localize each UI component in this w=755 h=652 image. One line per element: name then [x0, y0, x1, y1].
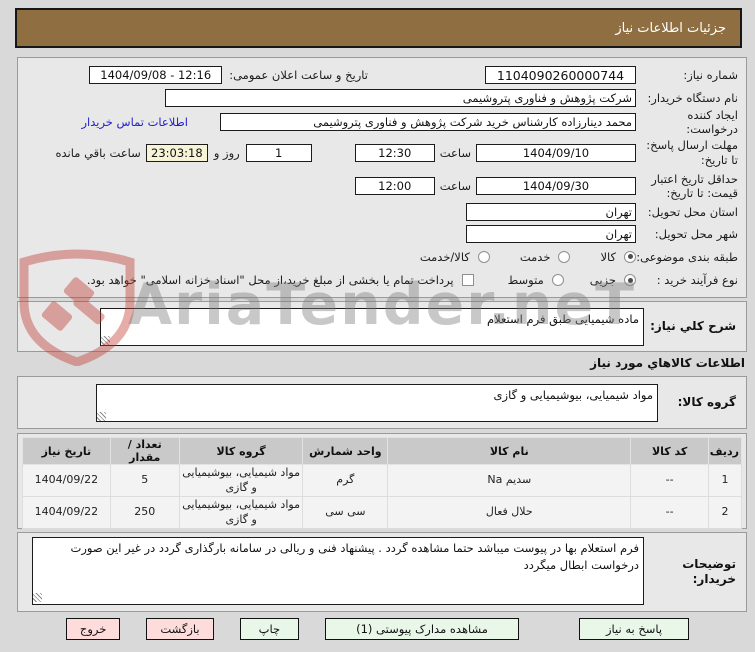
cell-row-number: 2	[707, 496, 743, 529]
cell-item-name: سدیم Na	[387, 464, 632, 497]
radio-minor-label: جزیی	[589, 273, 616, 288]
radio-goods-service[interactable]	[477, 250, 490, 263]
cell-item-code: --	[630, 464, 709, 497]
goods-group-label: گروه کالا:	[677, 395, 736, 409]
need-details-page: جزئیات اطلاعات نیاز شماره نیاز: 11040902…	[0, 0, 755, 652]
col-item-group: گروه کالا	[178, 437, 304, 465]
need-info-panel: شماره نیاز: 1104090260000744 تاریخ و ساع…	[17, 57, 747, 298]
buyer-contact-link[interactable]: اطلاعات تماس خریدار	[81, 115, 188, 129]
remaining-days-field[interactable]: 1	[245, 143, 312, 162]
row-response-deadline: مهلت ارسال پاسخ: تا تاریخ: 1404/09/10 سا…	[24, 134, 739, 171]
radio-goods[interactable]	[624, 250, 636, 263]
purchase-process-label: نوع فرآیند خرید :	[656, 273, 738, 288]
announce-datetime-field[interactable]: 1404/09/08 - 12:16	[89, 66, 223, 85]
goods-table-header-row: ردیف کد کالا نام کالا واحد شمارش گروه کا…	[22, 437, 743, 465]
treasury-checkbox-label: پرداخت تمام یا بخشی از مبلغ خرید،از محل …	[86, 273, 454, 288]
need-description-label: شرح کلي نياز:	[650, 319, 736, 333]
resize-grip-icon[interactable]	[33, 593, 42, 602]
remaining-time-label: ساعت باقي مانده	[55, 145, 141, 160]
resize-grip-icon[interactable]	[101, 336, 110, 345]
deadline-date-field[interactable]: 1404/09/10	[476, 143, 636, 162]
need-description-textarea[interactable]: ماده شیمیایی طبق فرم استعلام	[100, 308, 644, 346]
row-buyer-org: نام دستگاه خریدار: شرکت پژوهش و فناوری پ…	[24, 87, 738, 109]
row-delivery-city: شهر محل تحویل: تهران	[24, 223, 738, 245]
radio-goods-label: کالا	[600, 249, 616, 264]
row-purchase-process: نوع فرآیند خرید : جزیی متوسط پرداخت تمام…	[24, 268, 738, 293]
delivery-city-field[interactable]: تهران	[466, 225, 636, 244]
delivery-province-field[interactable]: تهران	[466, 203, 636, 222]
buyer-notes-panel: توضیحات خریدار: فرم استعلام بها در پیوست…	[17, 532, 747, 612]
cell-item-code: --	[630, 496, 709, 529]
col-need-date: تاریخ نیاز	[22, 437, 111, 465]
validity-date-field[interactable]: 1404/09/30	[476, 177, 636, 196]
goods-group-textarea[interactable]: مواد شیمیایی، بیوشیمیایی و گازی	[96, 384, 658, 422]
print-button[interactable]: چاپ	[239, 618, 300, 640]
announce-datetime-label: تاریخ و ساعت اعلان عمومی:	[229, 67, 368, 82]
col-unit: واحد شمارش	[302, 437, 389, 465]
cell-row-number: 1	[707, 464, 743, 497]
action-buttons: پاسخ به نیاز مشاهده مدارک پیوستی (1) چاپ…	[0, 618, 755, 640]
row-delivery-province: استان محل تحویل: تهران	[24, 201, 738, 223]
cell-unit: گرم	[302, 464, 389, 497]
radio-service-label: خدمت	[519, 249, 551, 264]
radio-goods-service-label: کالا/خدمت	[419, 249, 470, 264]
validity-hour-field[interactable]: 12:00	[354, 177, 435, 196]
col-quantity: تعداد / مقدار	[109, 437, 180, 465]
col-item-name: نام کالا	[387, 437, 632, 465]
cell-need-date: 1404/09/22	[22, 464, 111, 497]
deadline-hour-field[interactable]: 12:30	[354, 143, 435, 162]
buyer-notes-label: توضیحات خریدار:	[682, 557, 736, 586]
goods-section-header: اطلاعات کالاهاي مورد نياز	[590, 356, 745, 370]
need-number-field[interactable]: 1104090260000744	[485, 66, 636, 85]
remaining-days-label: روز و	[213, 145, 240, 160]
cell-item-group: مواد شیمیایی، بیوشیمیایی و گازی	[178, 496, 304, 529]
response-deadline-label: مهلت ارسال پاسخ: تا تاریخ:	[646, 138, 738, 167]
cell-need-date: 1404/09/22	[22, 496, 111, 529]
request-creator-field[interactable]: محمد دینارزاده کارشناس خرید شرکت پژوهش و…	[220, 112, 636, 131]
row-need-number: شماره نیاز: 1104090260000744 تاریخ و ساع…	[24, 63, 738, 87]
col-row-number: ردیف	[707, 437, 743, 465]
validity-hour-label: ساعت	[439, 178, 471, 193]
view-attachments-button[interactable]: مشاهده مدارک پیوستی (1)	[325, 618, 519, 640]
subject-classification-label: طبقه بندی موضوعی:	[636, 249, 738, 264]
page-title: جزئیات اطلاعات نیاز	[15, 8, 742, 48]
radio-medium-label: متوسط	[507, 273, 544, 288]
goods-table-panel: ردیف کد کالا نام کالا واحد شمارش گروه کا…	[17, 433, 747, 529]
need-number-label: شماره نیاز:	[683, 67, 738, 82]
respond-to-need-button[interactable]: پاسخ به نیاز	[578, 618, 690, 640]
request-creator-label: ایجاد کننده درخواست:	[686, 107, 738, 136]
col-item-code: کد کالا	[630, 437, 709, 465]
price-validity-label: حداقل تاریخ اعتبار قیمت: تا تاریخ:	[651, 171, 738, 201]
delivery-province-label: استان محل تحویل:	[647, 205, 738, 220]
cell-quantity: 5	[109, 464, 180, 497]
exit-button[interactable]: خروج	[65, 618, 121, 640]
buyer-org-field[interactable]: شرکت پژوهش و فناوری پتروشیمی	[165, 89, 636, 108]
row-price-validity: حداقل تاریخ اعتبار قیمت: تا تاریخ: 1404/…	[24, 171, 738, 201]
remaining-time-badge: 23:03:18	[145, 143, 208, 162]
radio-service[interactable]	[558, 250, 571, 263]
deadline-hour-label: ساعت	[439, 145, 471, 160]
buyer-org-label: نام دستگاه خریدار:	[647, 91, 738, 106]
cell-item-name: حلال فعال	[387, 496, 632, 529]
resize-grip-icon[interactable]	[97, 412, 106, 421]
row-subject-classification: طبقه بندی موضوعی: کالا خدمت کالا/خدمت	[24, 246, 738, 268]
table-row: 1 -- سدیم Na گرم مواد شیمیایی، بیوشیمیای…	[22, 464, 743, 497]
goods-group-panel: گروه کالا: مواد شیمیایی، بیوشیمیایی و گا…	[17, 376, 747, 429]
row-request-creator: ایجاد کننده درخواست: محمد دینارزاده کارش…	[24, 107, 738, 136]
buyer-notes-textarea[interactable]: فرم استعلام بها در پیوست میباشد حتما مشا…	[32, 537, 644, 605]
goods-table: ردیف کد کالا نام کالا واحد شمارش گروه کا…	[22, 437, 743, 529]
cell-unit: سی سی	[302, 496, 389, 529]
need-description-panel: شرح کلي نياز: ماده شیمیایی طبق فرم استعل…	[17, 301, 747, 352]
treasury-checkbox[interactable]	[461, 274, 474, 287]
delivery-city-label: شهر محل تحویل:	[654, 227, 738, 242]
cell-quantity: 250	[109, 496, 180, 529]
radio-medium[interactable]	[551, 274, 564, 287]
radio-minor[interactable]	[624, 274, 636, 287]
table-row: 2 -- حلال فعال سی سی مواد شیمیایی، بیوشی…	[22, 496, 743, 529]
back-button[interactable]: بازگشت	[146, 618, 214, 640]
cell-item-group: مواد شیمیایی، بیوشیمیایی و گازی	[178, 464, 304, 497]
